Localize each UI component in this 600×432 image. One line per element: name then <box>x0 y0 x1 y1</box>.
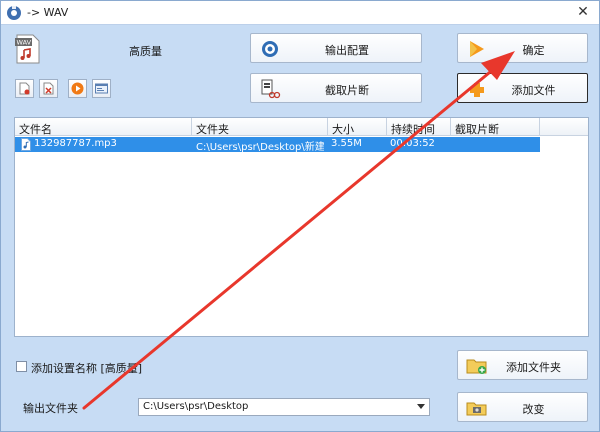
app-icon <box>7 6 21 20</box>
svg-text:WAV: WAV <box>17 39 32 47</box>
audio-file-icon <box>21 138 31 151</box>
remove-file-button[interactable] <box>15 79 34 98</box>
main-window: -> WAV ✕ WAV 高质量 输出配置 确定 截取片断 添加文件 文件名 文… <box>0 0 600 432</box>
play-icon <box>71 82 84 95</box>
confirm-button[interactable]: 确定 <box>457 33 588 63</box>
info-window-icon <box>95 83 108 94</box>
chevron-down-icon <box>417 404 425 409</box>
output-config-button[interactable]: 输出配置 <box>250 33 422 63</box>
add-file-label: 添加文件 <box>511 84 556 97</box>
column-header-size[interactable]: 大小 <box>328 118 387 136</box>
window-title: -> WAV <box>27 6 69 19</box>
delete-x-icon <box>43 82 54 95</box>
row-folder: C:\Users\psr\Desktop\新建 ... <box>196 142 324 153</box>
quality-label: 高质量 <box>129 45 162 58</box>
close-button[interactable]: ✕ <box>575 4 591 20</box>
file-list-header: 文件名 文件夹 大小 持续时间 截取片断 <box>15 118 588 136</box>
output-folder-value: C:\Users\psr\Desktop <box>143 401 249 412</box>
cut-clip-button[interactable]: 截取片断 <box>250 73 422 103</box>
confirm-label: 确定 <box>522 44 545 57</box>
column-header-clip[interactable]: 截取片断 <box>451 118 540 136</box>
wav-file-icon: WAV <box>15 34 40 64</box>
change-folder-button[interactable]: 改变 <box>457 392 588 422</box>
column-header-filename[interactable]: 文件名 <box>15 118 192 136</box>
row-size: 3.55M <box>331 138 362 149</box>
add-file-button[interactable]: 添加文件 <box>457 73 588 103</box>
output-config-label: 输出配置 <box>325 44 369 57</box>
change-folder-label: 改变 <box>522 403 545 416</box>
add-folder-button[interactable]: 添加文件夹 <box>457 350 588 380</box>
cut-clip-label: 截取片断 <box>325 84 369 97</box>
table-row[interactable]: 132987787.mp3 C:\Users\psr\Desktop\新建 ..… <box>15 137 540 153</box>
title-bar: -> WAV ✕ <box>1 1 599 25</box>
row-filename: 132987787.mp3 <box>34 138 117 149</box>
add-folder-label: 添加文件夹 <box>506 361 561 374</box>
clear-list-button[interactable] <box>39 79 58 98</box>
file-list[interactable]: 文件名 文件夹 大小 持续时间 截取片断 132987787.mp3 C:\Us… <box>14 117 589 337</box>
column-header-folder[interactable]: 文件夹 <box>192 118 328 136</box>
output-folder-label: 输出文件夹 <box>23 402 78 415</box>
media-info-button[interactable] <box>92 79 111 98</box>
row-duration: 00:03:52 <box>390 138 435 149</box>
play-button[interactable] <box>68 79 87 98</box>
column-header-duration[interactable]: 持续时间 <box>387 118 451 136</box>
output-folder-select[interactable]: C:\Users\psr\Desktop <box>138 398 430 416</box>
add-setting-name-checkbox[interactable] <box>16 361 27 372</box>
add-setting-name-label: 添加设置名称 [高质量] <box>31 362 143 375</box>
remove-file-icon <box>19 82 30 95</box>
